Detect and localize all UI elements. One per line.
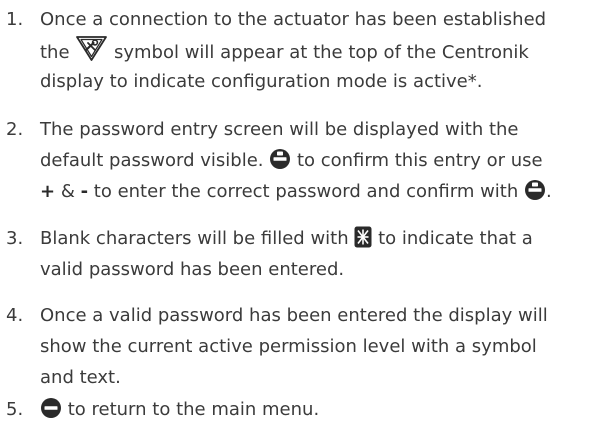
- confirm-knob-icon: [524, 179, 546, 201]
- step-text: to return to the main menu.: [40, 394, 614, 425]
- minus-symbol: -: [80, 181, 89, 202]
- confirm-knob-icon: [269, 148, 291, 170]
- step-line: Once a connection to the actuator has be…: [40, 9, 547, 30]
- wrench-triangle-icon: [75, 35, 108, 62]
- step-line: + & - to enter the correct password and …: [40, 179, 552, 202]
- step-text: Once a connection to the actuator has be…: [40, 4, 614, 97]
- step-number: 2.: [6, 119, 24, 140]
- step-line: valid password has been entered.: [40, 259, 345, 280]
- step-number: 5.: [6, 399, 24, 420]
- step-number: 3.: [6, 228, 24, 249]
- back-knob-icon: [40, 397, 62, 419]
- filled-character-icon: [354, 226, 372, 248]
- step-number: 1.: [6, 9, 24, 30]
- step-line: display to indicate configuration mode i…: [40, 71, 483, 92]
- step-line: the symbol will appear at the top of the…: [40, 35, 614, 66]
- plus-symbol: +: [40, 181, 56, 202]
- step-line: show the current active permission level…: [40, 336, 537, 357]
- step-line: The password entry screen will be displa…: [40, 119, 519, 140]
- step-text: Blank characters will be filled with to …: [40, 223, 614, 285]
- step-number: 4.: [6, 305, 24, 326]
- step-line: Blank characters will be filled with to …: [40, 226, 533, 249]
- step-line: default password visible. to confirm thi…: [40, 148, 543, 171]
- step-text: Once a valid password has been entered t…: [40, 300, 614, 393]
- step-line: to return to the main menu.: [40, 394, 614, 425]
- step-line: and text.: [40, 367, 121, 388]
- step-text: The password entry screen will be displa…: [40, 114, 614, 207]
- step-line: Once a valid password has been entered t…: [40, 305, 548, 326]
